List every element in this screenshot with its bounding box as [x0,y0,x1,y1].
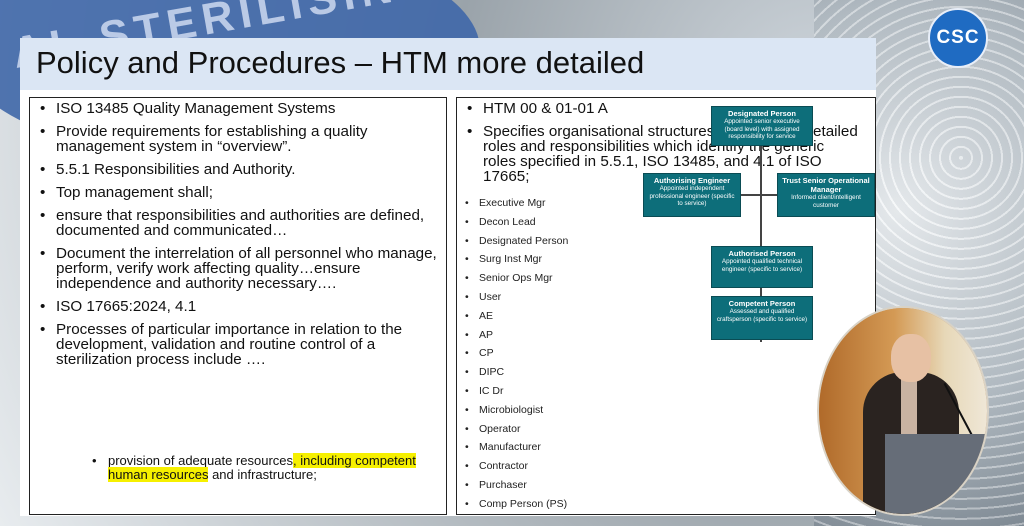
role-item: Senior Ops Mgr [461,269,611,288]
roles-list: Executive Mgr Decon Lead Designated Pers… [461,194,611,514]
logo-text: CSC [936,27,980,48]
org-desc: Appointed senior executive (board level)… [724,118,800,140]
left-bullet-6: Document the interrelation of all person… [34,246,438,291]
role-item: Surg Inst Mgr [461,250,611,269]
left-sub-bullet: provision of adequate resources, includi… [90,453,440,482]
org-box-authorising-engineer: Authorising Engineer Appointed independe… [643,173,741,217]
org-title: Trust Senior Operational Manager [782,176,870,194]
role-item: CP [461,344,611,363]
role-item: DIPC [461,363,611,382]
role-item: Purchaser [461,476,611,495]
org-title: Authorising Engineer [653,176,731,185]
right-content-box: HTM 00 & 01-01 A Specifies organisationa… [456,97,876,515]
org-desc: Assessed and qualified craftsperson (spe… [716,308,808,323]
role-item: IC Dr [461,382,611,401]
presenter-head [891,334,931,382]
org-desc: Informed client/intelligent customer [791,194,861,209]
left-bullet-list: ISO 13485 Quality Management Systems Pro… [34,101,438,375]
left-bullet-2: Provide requirements for establishing a … [34,124,438,154]
role-item: AE [461,307,611,326]
role-item: Decon Lead [461,213,611,232]
slide-title: Policy and Procedures – HTM more detaile… [36,45,645,80]
org-box-designated-person: Designated Person Appointed senior execu… [711,106,813,146]
left-sub-bullet-list: provision of adequate resources, includi… [90,453,440,482]
role-item: Operator [461,420,611,439]
title-bar: Policy and Procedures – HTM more detaile… [20,38,876,90]
left-bullet-4: Top management shall; [34,185,438,200]
left-content-box: ISO 13485 Quality Management Systems Pro… [29,97,447,515]
presenter-shirt [901,378,917,438]
role-item: Manufacturer [461,438,611,457]
left-bullet-5: ensure that responsibilities and authori… [34,208,438,238]
left-bullet-1: ISO 13485 Quality Management Systems [34,101,438,116]
org-title: Designated Person [728,109,796,118]
org-desc: Appointed qualified technical engineer (… [721,258,803,273]
role-item: Microbiologist [461,401,611,420]
left-bullet-7: ISO 17665:2024, 4.1 [34,299,438,314]
org-title: Authorised Person [728,249,796,258]
org-box-authorised-person: Authorised Person Appointed qualified te… [711,246,813,288]
presenter-webcam [817,306,989,516]
left-bullet-3: 5.5.1 Responsibilities and Authority. [34,162,438,177]
left-bullet-8: Processes of particular importance in re… [34,322,438,367]
org-title: Competent Person [728,299,796,308]
role-item: Designated Person [461,232,611,251]
role-item: Contractor [461,457,611,476]
org-box-trust-senior-operational-manager: Trust Senior Operational Manager Informe… [777,173,875,217]
role-item: Comp Person (PS) [461,495,611,514]
presentation-slide: Policy and Procedures – HTM more detaile… [20,38,876,516]
role-item: User [461,288,611,307]
sub-bullet-text-after: and infrastructure; [208,466,317,482]
org-desc: Appointed independent professional engin… [649,185,735,207]
csc-logo: CSC [928,8,988,68]
podium [885,434,987,514]
role-item: Executive Mgr [461,194,611,213]
org-box-competent-person: Competent Person Assessed and qualified … [711,296,813,340]
role-item: AP [461,326,611,345]
